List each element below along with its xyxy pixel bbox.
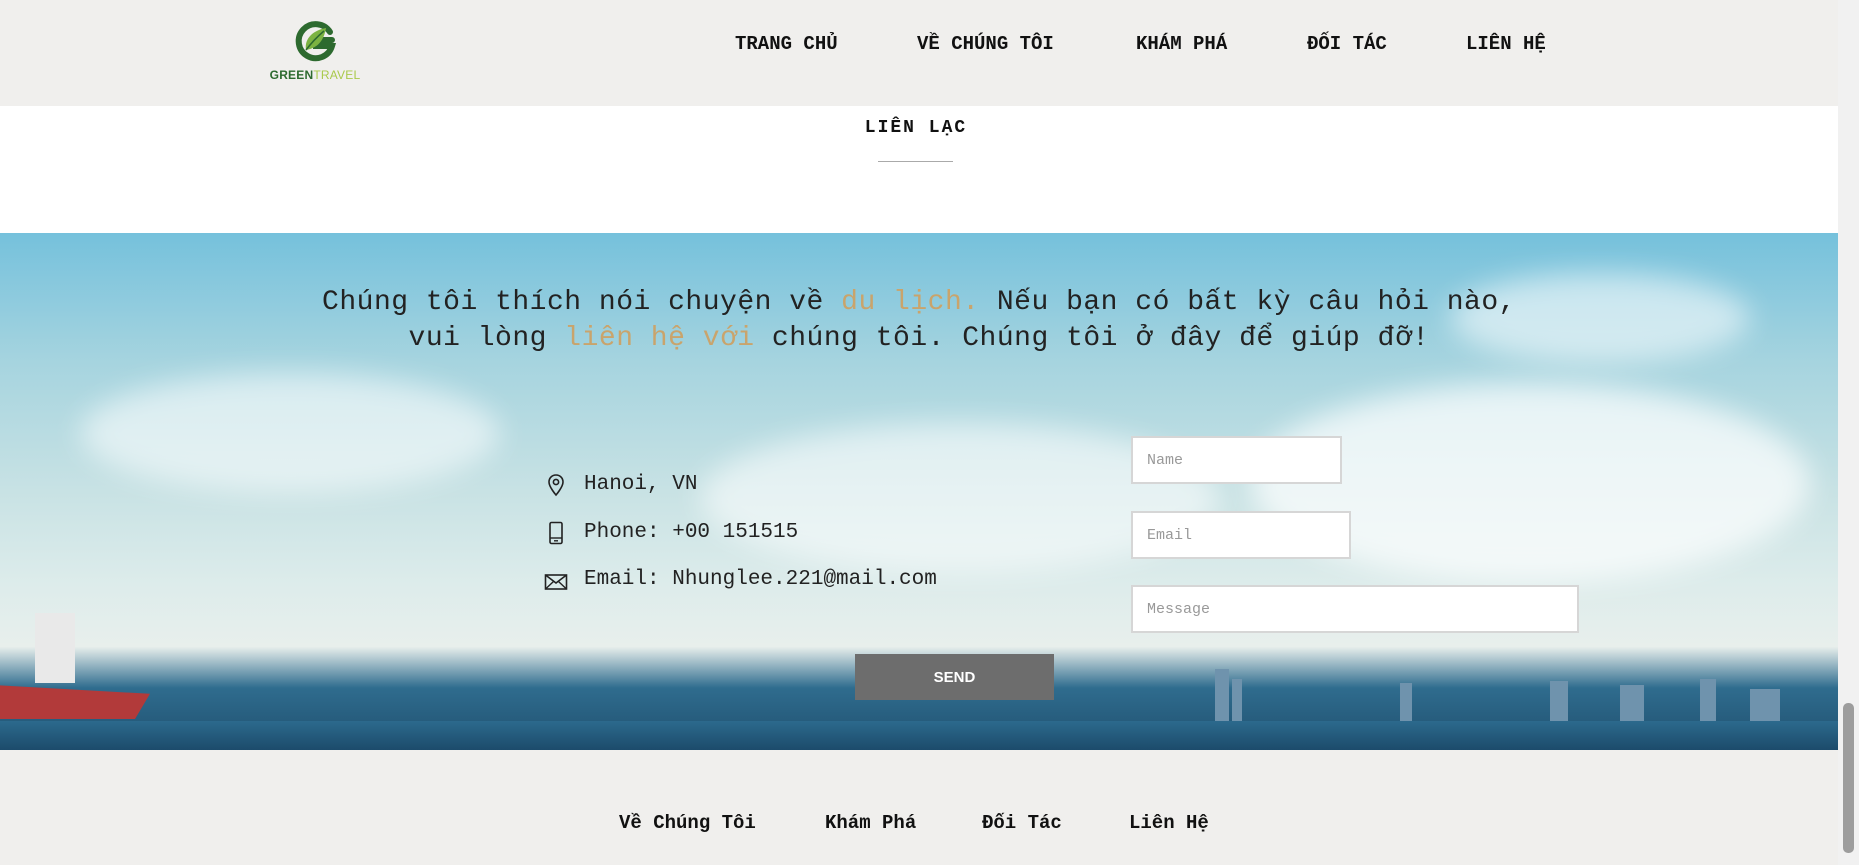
footer-link-lien-he[interactable]: Liên Hệ	[1129, 812, 1209, 834]
site-footer: Về Chúng Tôi Khám Phá Đối Tác Liên Hệ	[0, 750, 1838, 865]
green-travel-logo[interactable]: GREENTRAVEL	[268, 20, 362, 84]
contact-hero: Chúng tôi thích nói chuyện về du lịch. N…	[0, 233, 1838, 750]
section-title: LIÊN LẠC	[864, 118, 968, 138]
email-input[interactable]	[1131, 511, 1351, 559]
phone-icon	[549, 521, 563, 545]
send-button[interactable]: SEND	[855, 654, 1054, 700]
name-input[interactable]	[1131, 436, 1342, 484]
sea	[0, 721, 1838, 750]
nav-item-doi-tac[interactable]: ĐỐI TÁC	[1307, 33, 1387, 55]
site-header: GREENTRAVEL TRANG CHỦ VỀ CHÚNG TÔI KHÁM …	[0, 0, 1838, 106]
nav-item-trang-chu[interactable]: TRANG CHỦ	[735, 33, 838, 55]
footer-link-kham-pha[interactable]: Khám Phá	[825, 812, 916, 834]
page-scrollbar[interactable]	[1838, 0, 1859, 865]
envelope-icon	[544, 574, 568, 590]
footer-link-ve-chung-toi[interactable]: Về Chúng Tôi	[619, 812, 756, 834]
logo-text: GREENTRAVEL	[269, 68, 361, 82]
map-pin-icon	[548, 474, 564, 497]
nav-item-lien-he[interactable]: LIÊN HỆ	[1466, 33, 1546, 55]
message-input[interactable]	[1131, 585, 1579, 633]
boat-image	[0, 685, 150, 719]
logo-g-leaf-icon	[295, 21, 337, 62]
footer-link-doi-tac[interactable]: Đối Tác	[982, 812, 1062, 834]
nav-item-ve-chung-toi[interactable]: VỀ CHÚNG TÔI	[917, 33, 1054, 55]
title-underline	[878, 161, 953, 162]
nav-item-kham-pha[interactable]: KHÁM PHÁ	[1136, 33, 1227, 55]
scrollbar-thumb[interactable]	[1843, 703, 1854, 853]
hero-message: Chúng tôi thích nói chuyện về du lịch. N…	[322, 287, 1516, 354]
